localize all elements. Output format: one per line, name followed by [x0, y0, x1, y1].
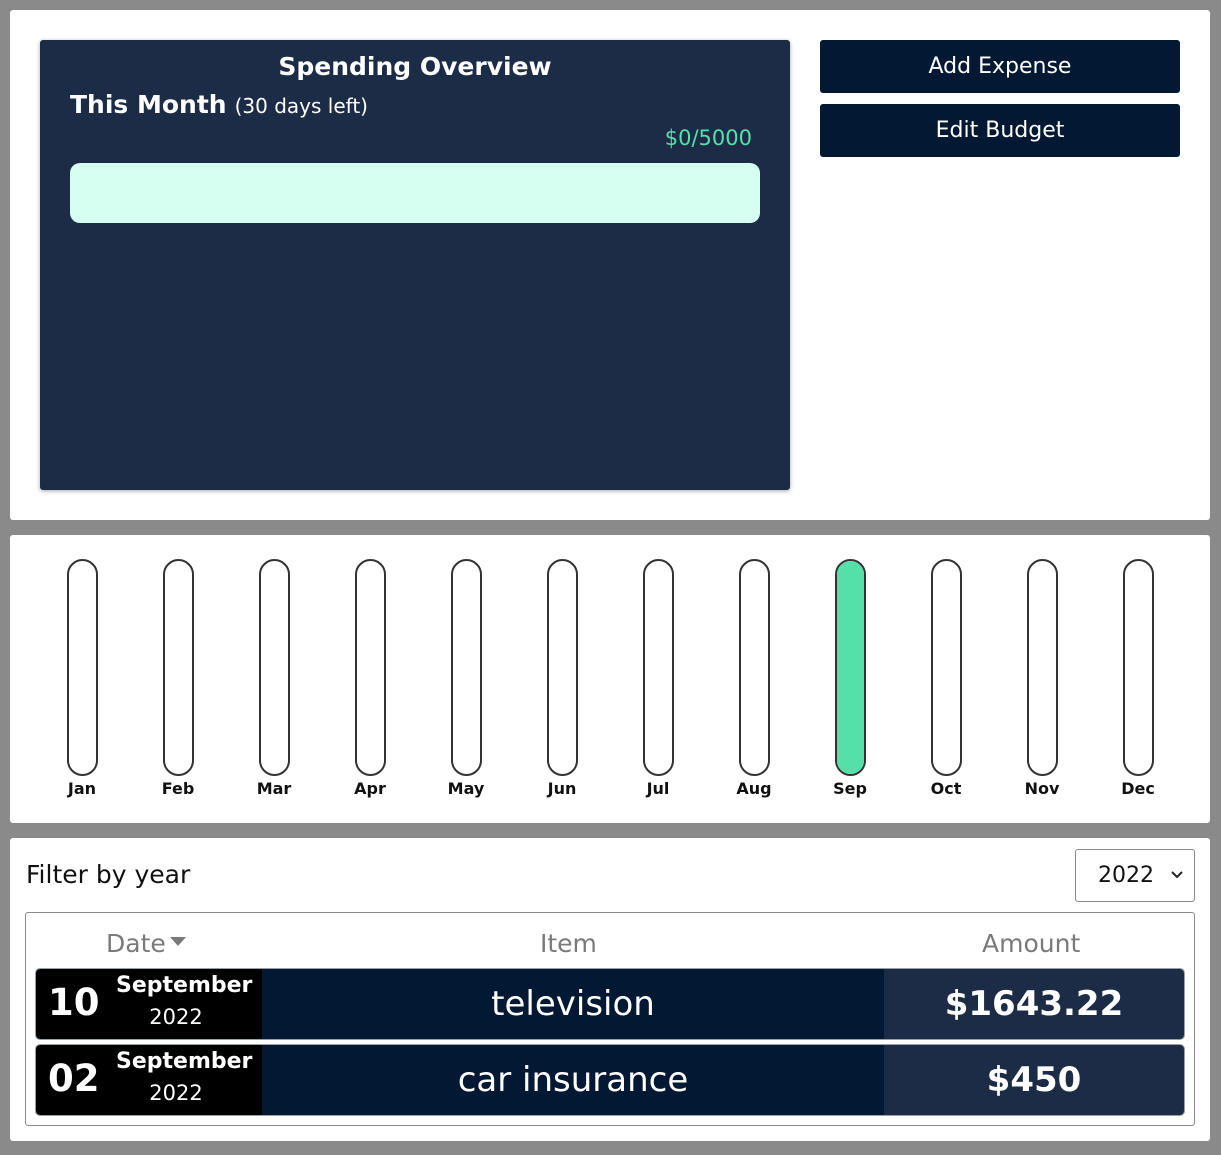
month-bar-oct — [930, 559, 962, 776]
spending-overview-card: Spending Overview This Month (30 days lef… — [40, 40, 790, 490]
month-bar-jun — [546, 559, 578, 776]
chevron-down-icon — [1171, 871, 1183, 879]
month-column-aug: Aug — [719, 559, 789, 798]
date-column-header[interactable]: Date — [106, 929, 186, 958]
month-column-jun: Jun — [527, 559, 597, 798]
date-day: 10 — [48, 981, 100, 1024]
month-bar-dec — [1122, 559, 1154, 776]
month-column-dec: Dec — [1103, 559, 1173, 798]
date-month: September — [116, 973, 253, 998]
month-label-jun: Jun — [547, 779, 577, 798]
month-label-apr: Apr — [354, 779, 386, 798]
date-year: 2022 — [149, 1081, 203, 1105]
month-label-jan: Jan — [67, 779, 97, 798]
year-select[interactable]: 2022 — [1075, 849, 1195, 902]
month-bar-jan — [66, 559, 98, 776]
amount-cell: $1643.22 — [884, 969, 1184, 1039]
caret-down-icon — [169, 936, 186, 946]
item-cell: car insurance — [262, 1045, 884, 1115]
overview-title: Spending Overview — [278, 52, 552, 81]
date-day: 02 — [48, 1057, 100, 1100]
month-bar-mar — [258, 559, 290, 776]
month-label-oct: Oct — [930, 779, 962, 798]
month-column-sep: Sep — [815, 559, 885, 798]
month-label-dec: Dec — [1121, 779, 1155, 798]
days-left: (30 days left) — [234, 94, 368, 118]
month-bar-apr — [354, 559, 386, 776]
month-label-feb: Feb — [161, 779, 195, 798]
month-bar-fill-sep — [836, 561, 864, 774]
monthly-chart-panel: Jan Feb Mar Apr May Jun Jul Aug Sep Oct Nov Dec — [10, 535, 1210, 823]
table-row[interactable]: 10 September 2022 television $1643.22 — [36, 969, 1184, 1039]
month-column-feb: Feb — [143, 559, 213, 798]
amount-cell: $450 — [884, 1045, 1184, 1115]
budget-amount: $0/5000 — [664, 126, 752, 150]
month-column-jan: Jan — [47, 559, 117, 798]
month-label-mar: Mar — [256, 779, 292, 798]
month-label-nov: Nov — [1024, 779, 1060, 798]
filter-label: Filter by year — [26, 860, 191, 889]
month-column-mar: Mar — [239, 559, 309, 798]
month-bar-feb — [162, 559, 194, 776]
month-column-nov: Nov — [1007, 559, 1077, 798]
expense-table: Date Item Amount 10 September 2022 telev… — [25, 912, 1195, 1126]
month-column-jul: Jul — [623, 559, 693, 798]
overview-panel: Spending Overview This Month (30 days lef… — [10, 10, 1210, 520]
month-label-sep: Sep — [833, 779, 867, 798]
month-bar-aug — [738, 559, 770, 776]
date-header-label: Date — [106, 929, 166, 958]
month-label-aug: Aug — [736, 779, 772, 798]
month-bar-may — [450, 559, 482, 776]
edit-budget-button[interactable]: Edit Budget — [820, 104, 1180, 157]
expenses-panel: Filter by year 2022 Date Item Amount 10 … — [10, 838, 1210, 1141]
month-bar-nov — [1026, 559, 1058, 776]
month-column-may: May — [431, 559, 501, 798]
item-column-header: Item — [540, 929, 597, 958]
budget-progress-bar — [70, 163, 760, 223]
date-cell: 02 September 2022 — [36, 1045, 262, 1115]
overview-period: This Month (30 days left) — [70, 90, 368, 119]
date-month: September — [116, 1049, 253, 1074]
month-bar-jul — [642, 559, 674, 776]
amount-column-header: Amount — [982, 929, 1081, 958]
month-column-oct: Oct — [911, 559, 981, 798]
date-cell: 10 September 2022 — [36, 969, 262, 1039]
period-label: This Month — [70, 90, 227, 119]
year-select-value: 2022 — [1098, 863, 1154, 888]
month-label-jul: Jul — [646, 779, 670, 798]
add-expense-button[interactable]: Add Expense — [820, 40, 1180, 93]
item-cell: television — [262, 969, 884, 1039]
table-row[interactable]: 02 September 2022 car insurance $450 — [36, 1045, 1184, 1115]
month-column-apr: Apr — [335, 559, 405, 798]
month-bar-sep — [834, 559, 866, 776]
date-year: 2022 — [149, 1005, 203, 1029]
month-label-may: May — [447, 779, 485, 798]
